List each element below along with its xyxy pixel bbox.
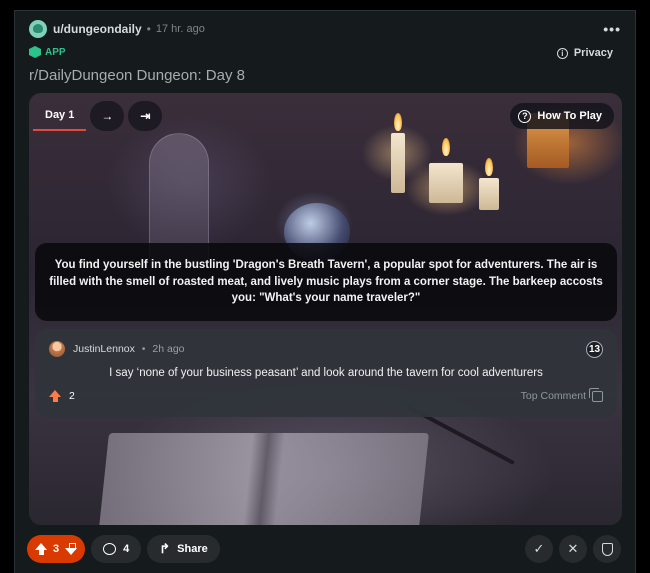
post-time: 17 hr. ago [155, 23, 205, 35]
score: 3 [53, 543, 60, 555]
flame-image [394, 113, 402, 131]
downvote-icon[interactable] [65, 543, 78, 555]
candle-image [391, 133, 405, 193]
action-bar: 3 4 ↱ Share ✓ ✕ [27, 535, 621, 563]
comment-badge: 13 [586, 341, 603, 358]
share-button[interactable]: ↱ Share [147, 535, 220, 563]
close-icon: ✕ [567, 541, 579, 556]
arrow-right-icon: → [101, 109, 114, 123]
privacy-button[interactable]: i Privacy [556, 47, 613, 59]
vote-control: 3 [27, 535, 86, 563]
comment-count: 4 [123, 543, 130, 555]
comment-vote-count: 2 [69, 390, 75, 402]
post-card: u/dungeondaily • 17 hr. ago ••• APP i Pr… [14, 10, 636, 573]
game-embed[interactable]: Day 1 → ⇥ ? How To Play You find yoursel… [29, 93, 622, 525]
info-icon: i [556, 47, 568, 59]
more-options-icon[interactable]: ••• [603, 21, 621, 37]
commenter-name[interactable]: JustinLennox [73, 343, 135, 355]
arrow-to-end-icon: ⇥ [140, 109, 151, 123]
last-day-button[interactable]: ⇥ [128, 101, 163, 131]
app-icon [29, 46, 41, 58]
approve-button[interactable]: ✓ [525, 535, 553, 563]
upvote-icon[interactable] [35, 543, 47, 555]
top-comment-label: Top Comment [520, 390, 586, 402]
flame-image [442, 138, 450, 156]
tab-day-1[interactable]: Day 1 [33, 101, 87, 131]
flame-image [485, 158, 493, 176]
top-comment-card[interactable]: JustinLennox • 2h ago 13 I say ‘none of … [35, 329, 617, 417]
comment-time: 2h ago [152, 343, 185, 355]
comment-votes: 2 [49, 390, 75, 402]
shield-icon [601, 542, 613, 556]
how-to-play-label: How To Play [537, 110, 602, 122]
privacy-label: Privacy [573, 47, 613, 59]
share-icon: ↱ [159, 541, 171, 556]
remove-button[interactable]: ✕ [559, 535, 587, 563]
copy-icon [589, 387, 603, 402]
help-icon: ? [518, 109, 532, 123]
comment-icon [103, 543, 117, 555]
story-text: You find yourself in the bustling 'Drago… [35, 243, 617, 321]
user-avatar[interactable] [29, 20, 47, 38]
separator: • [141, 343, 146, 355]
day-tabs: Day 1 → ⇥ [33, 101, 163, 131]
commenter-avatar[interactable] [49, 341, 65, 357]
candle-image [479, 178, 499, 210]
comment-text: I say ‘none of your business peasant’ an… [109, 367, 543, 379]
app-label: APP [45, 46, 66, 58]
comment-header: JustinLennox • 2h ago [49, 341, 185, 357]
app-tag: APP [29, 46, 66, 58]
top-comment-link[interactable]: Top Comment [520, 387, 603, 402]
post-header: u/dungeondaily • 17 hr. ago ••• [29, 19, 621, 39]
upvote-icon[interactable] [49, 390, 61, 402]
comments-button[interactable]: 4 [91, 535, 142, 563]
how-to-play-button[interactable]: ? How To Play [510, 103, 614, 129]
next-day-button[interactable]: → [90, 101, 125, 131]
post-title[interactable]: r/DailyDungeon Dungeon: Day 8 [29, 67, 245, 84]
candle-image [429, 163, 463, 203]
separator: • [146, 22, 151, 36]
mod-shield-button[interactable] [593, 535, 621, 563]
username[interactable]: u/dungeondaily [53, 22, 142, 36]
check-icon: ✓ [533, 541, 545, 556]
book-image [99, 433, 429, 525]
share-label: Share [177, 543, 208, 555]
